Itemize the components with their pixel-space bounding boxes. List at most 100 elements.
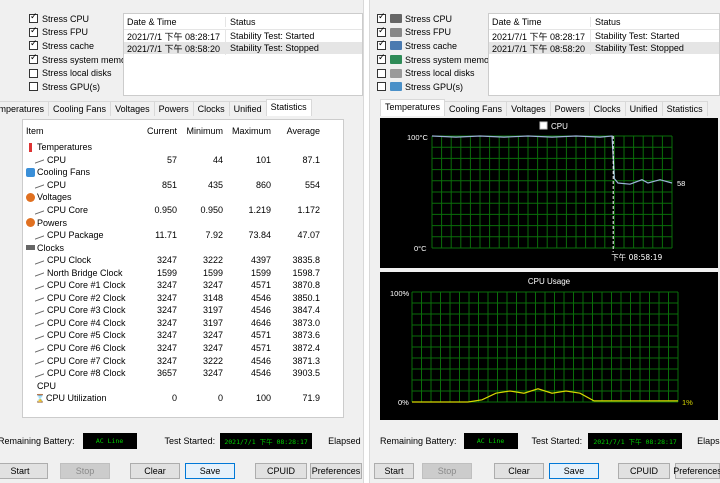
checkbox[interactable] [377, 12, 386, 24]
save-button[interactable]: Save [549, 463, 599, 479]
stress-option[interactable]: Stress system memory [29, 53, 134, 67]
clear-button[interactable]: Clear [130, 463, 180, 479]
log-row[interactable]: 2021/7/1 下午 08:58:20 Stability Test: Sto… [124, 41, 362, 55]
event-log[interactable]: Date & Time Status 2021/7/1 下午 08:28:17 … [123, 13, 363, 96]
checkbox[interactable] [377, 68, 386, 78]
header-minimum[interactable]: Minimum [177, 126, 223, 136]
header-average[interactable]: Average [271, 126, 320, 136]
log-header-datetime[interactable]: Date & Time [124, 16, 226, 27]
preferences-button[interactable]: Preferences [673, 463, 720, 479]
stats-row[interactable]: CPU Core #6 Clock 3247 3247 4571 3872.4 [23, 342, 343, 355]
checkbox[interactable] [29, 53, 38, 65]
stats-group-row[interactable]: Cooling Fans [23, 166, 343, 179]
stress-option[interactable]: Stress FPU [377, 26, 497, 40]
start-button[interactable]: Start [0, 463, 48, 479]
stress-option[interactable]: Stress CPU [377, 12, 497, 26]
stress-option[interactable]: Stress FPU [29, 26, 134, 40]
tab-voltages[interactable]: Voltages [110, 101, 155, 116]
checkbox[interactable] [29, 12, 38, 24]
tab-clocks[interactable]: Clocks [588, 101, 626, 116]
stats-group-row[interactable]: CPU [23, 379, 343, 392]
stats-group-row[interactable]: Clocks [23, 241, 343, 254]
statistics-table[interactable]: Item Current Minimum Maximum Average Tem… [22, 119, 344, 418]
tab-temperatures[interactable]: Temperatures [380, 99, 446, 116]
tab-cooling-fans[interactable]: Cooling Fans [48, 101, 112, 116]
header-current[interactable]: Current [146, 126, 177, 136]
stress-option[interactable]: Stress CPU [29, 12, 134, 26]
checkbox[interactable] [377, 39, 386, 51]
tab-statistics[interactable]: Statistics [265, 99, 312, 116]
stats-row[interactable]: CPU Core #4 Clock 3247 3197 4646 3873.0 [23, 317, 343, 330]
tab-clocks[interactable]: Clocks [192, 101, 230, 116]
stress-option-label: Stress CPU [42, 13, 90, 24]
cpuid-button[interactable]: CPUID [255, 463, 307, 479]
log-row[interactable]: 2021/7/1 下午 08:28:17 Stability Test: Sta… [124, 29, 362, 43]
stats-group-row[interactable]: Powers [23, 216, 343, 229]
stats-row[interactable]: CPU Core #7 Clock 3247 3222 4546 3871.3 [23, 354, 343, 367]
stress-option[interactable]: Stress local disks [377, 66, 497, 80]
tab-statistics[interactable]: Statistics [661, 101, 708, 116]
stress-option[interactable]: Stress cache [29, 39, 134, 53]
tab-unified[interactable]: Unified [228, 101, 267, 116]
log-header-status[interactable]: Status [226, 17, 256, 27]
checkbox[interactable] [29, 26, 38, 37]
stress-option[interactable]: Stress system memory [377, 53, 497, 67]
stats-row[interactable]: ⌛ CPU Utilization 0 0 100 71.9 [23, 392, 343, 405]
stats-row[interactable]: CPU Core #3 Clock 3247 3197 4546 3847.4 [23, 304, 343, 317]
stress-option[interactable]: Stress cache [377, 39, 497, 53]
stress-option-label: Stress system memory [405, 54, 497, 65]
stats-group-row[interactable]: Temperatures [23, 141, 343, 154]
stats-average: 47.07 [297, 230, 320, 241]
stop-button[interactable]: Stop [422, 463, 472, 479]
stats-current: 3657 [156, 368, 177, 379]
header-item[interactable]: Item [23, 126, 146, 136]
stress-option[interactable]: Stress GPU(s) [377, 80, 497, 94]
stats-name: CPU Core #2 Clock [47, 292, 126, 303]
log-row[interactable]: 2021/7/1 下午 08:28:17 Stability Test: Sta… [489, 29, 719, 43]
y-min-label: 0% [398, 398, 409, 407]
left-window: Stress CPU Stress FPU Stress cache Stress s… [0, 0, 363, 483]
stats-row[interactable]: CPU Core #5 Clock 3247 3247 4571 3873.6 [23, 329, 343, 342]
log-header-status[interactable]: Status [591, 17, 621, 27]
stats-row[interactable]: CPU Core #2 Clock 3247 3148 4546 3850.1 [23, 292, 343, 305]
start-button[interactable]: Start [374, 463, 414, 479]
preferences-button[interactable]: Preferences [310, 463, 362, 479]
stop-button[interactable]: Stop [60, 463, 110, 479]
checkbox[interactable] [377, 82, 386, 92]
stats-name-cell: CPU Core #7 Clock [23, 356, 146, 366]
stats-row[interactable]: CPU Package 11.71 7.92 73.84 47.07 [23, 229, 343, 242]
stats-row[interactable]: CPU 57 44 101 87.1 [23, 154, 343, 167]
right-window: Stress CPU Stress FPU Stress cache Stress s… [370, 0, 720, 483]
stress-option[interactable]: Stress local disks [29, 66, 134, 80]
checkbox[interactable] [377, 26, 386, 37]
event-log[interactable]: Date & Time Status 2021/7/1 下午 08:28:17 … [488, 13, 720, 96]
stats-row[interactable]: CPU Core 0.950 0.950 1.219 1.172 [23, 204, 343, 217]
stats-row[interactable]: CPU Core #8 Clock 3657 3247 4546 3903.5 [23, 367, 343, 380]
save-button[interactable]: Save [185, 463, 235, 479]
cpuid-button[interactable]: CPUID [618, 463, 670, 479]
stats-row[interactable]: CPU Clock 3247 3222 4397 3835.8 [23, 254, 343, 267]
tab-powers[interactable]: Powers [153, 101, 194, 116]
stats-current: 3247 [156, 305, 177, 316]
tab-unified[interactable]: Unified [624, 101, 663, 116]
log-header-datetime[interactable]: Date & Time [489, 16, 591, 27]
tab-voltages[interactable]: Voltages [506, 101, 551, 116]
log-row[interactable]: 2021/7/1 下午 08:58:20 Stability Test: Sto… [489, 41, 719, 55]
header-maximum[interactable]: Maximum [223, 126, 271, 136]
stats-maximum: 1599 [250, 267, 271, 278]
stats-maximum: 4571 [250, 343, 271, 354]
stats-name: North Bridge Clock [47, 267, 123, 278]
checkbox[interactable] [377, 53, 386, 65]
checkbox[interactable] [29, 39, 38, 51]
tab-powers[interactable]: Powers [549, 101, 590, 116]
stats-row[interactable]: CPU 851 435 860 554 [23, 179, 343, 192]
checkbox[interactable] [29, 68, 38, 78]
stats-group-row[interactable]: Voltages [23, 191, 343, 204]
stats-row[interactable]: CPU Core #1 Clock 3247 3247 4571 3870.8 [23, 279, 343, 292]
clear-button[interactable]: Clear [494, 463, 544, 479]
checkbox[interactable] [29, 82, 38, 92]
stress-option[interactable]: Stress GPU(s) [29, 80, 134, 94]
stats-row[interactable]: North Bridge Clock 1599 1599 1599 1598.7 [23, 266, 343, 279]
tab-cooling-fans[interactable]: Cooling Fans [444, 101, 508, 116]
tab-temperatures[interactable]: Temperatures [0, 101, 50, 116]
